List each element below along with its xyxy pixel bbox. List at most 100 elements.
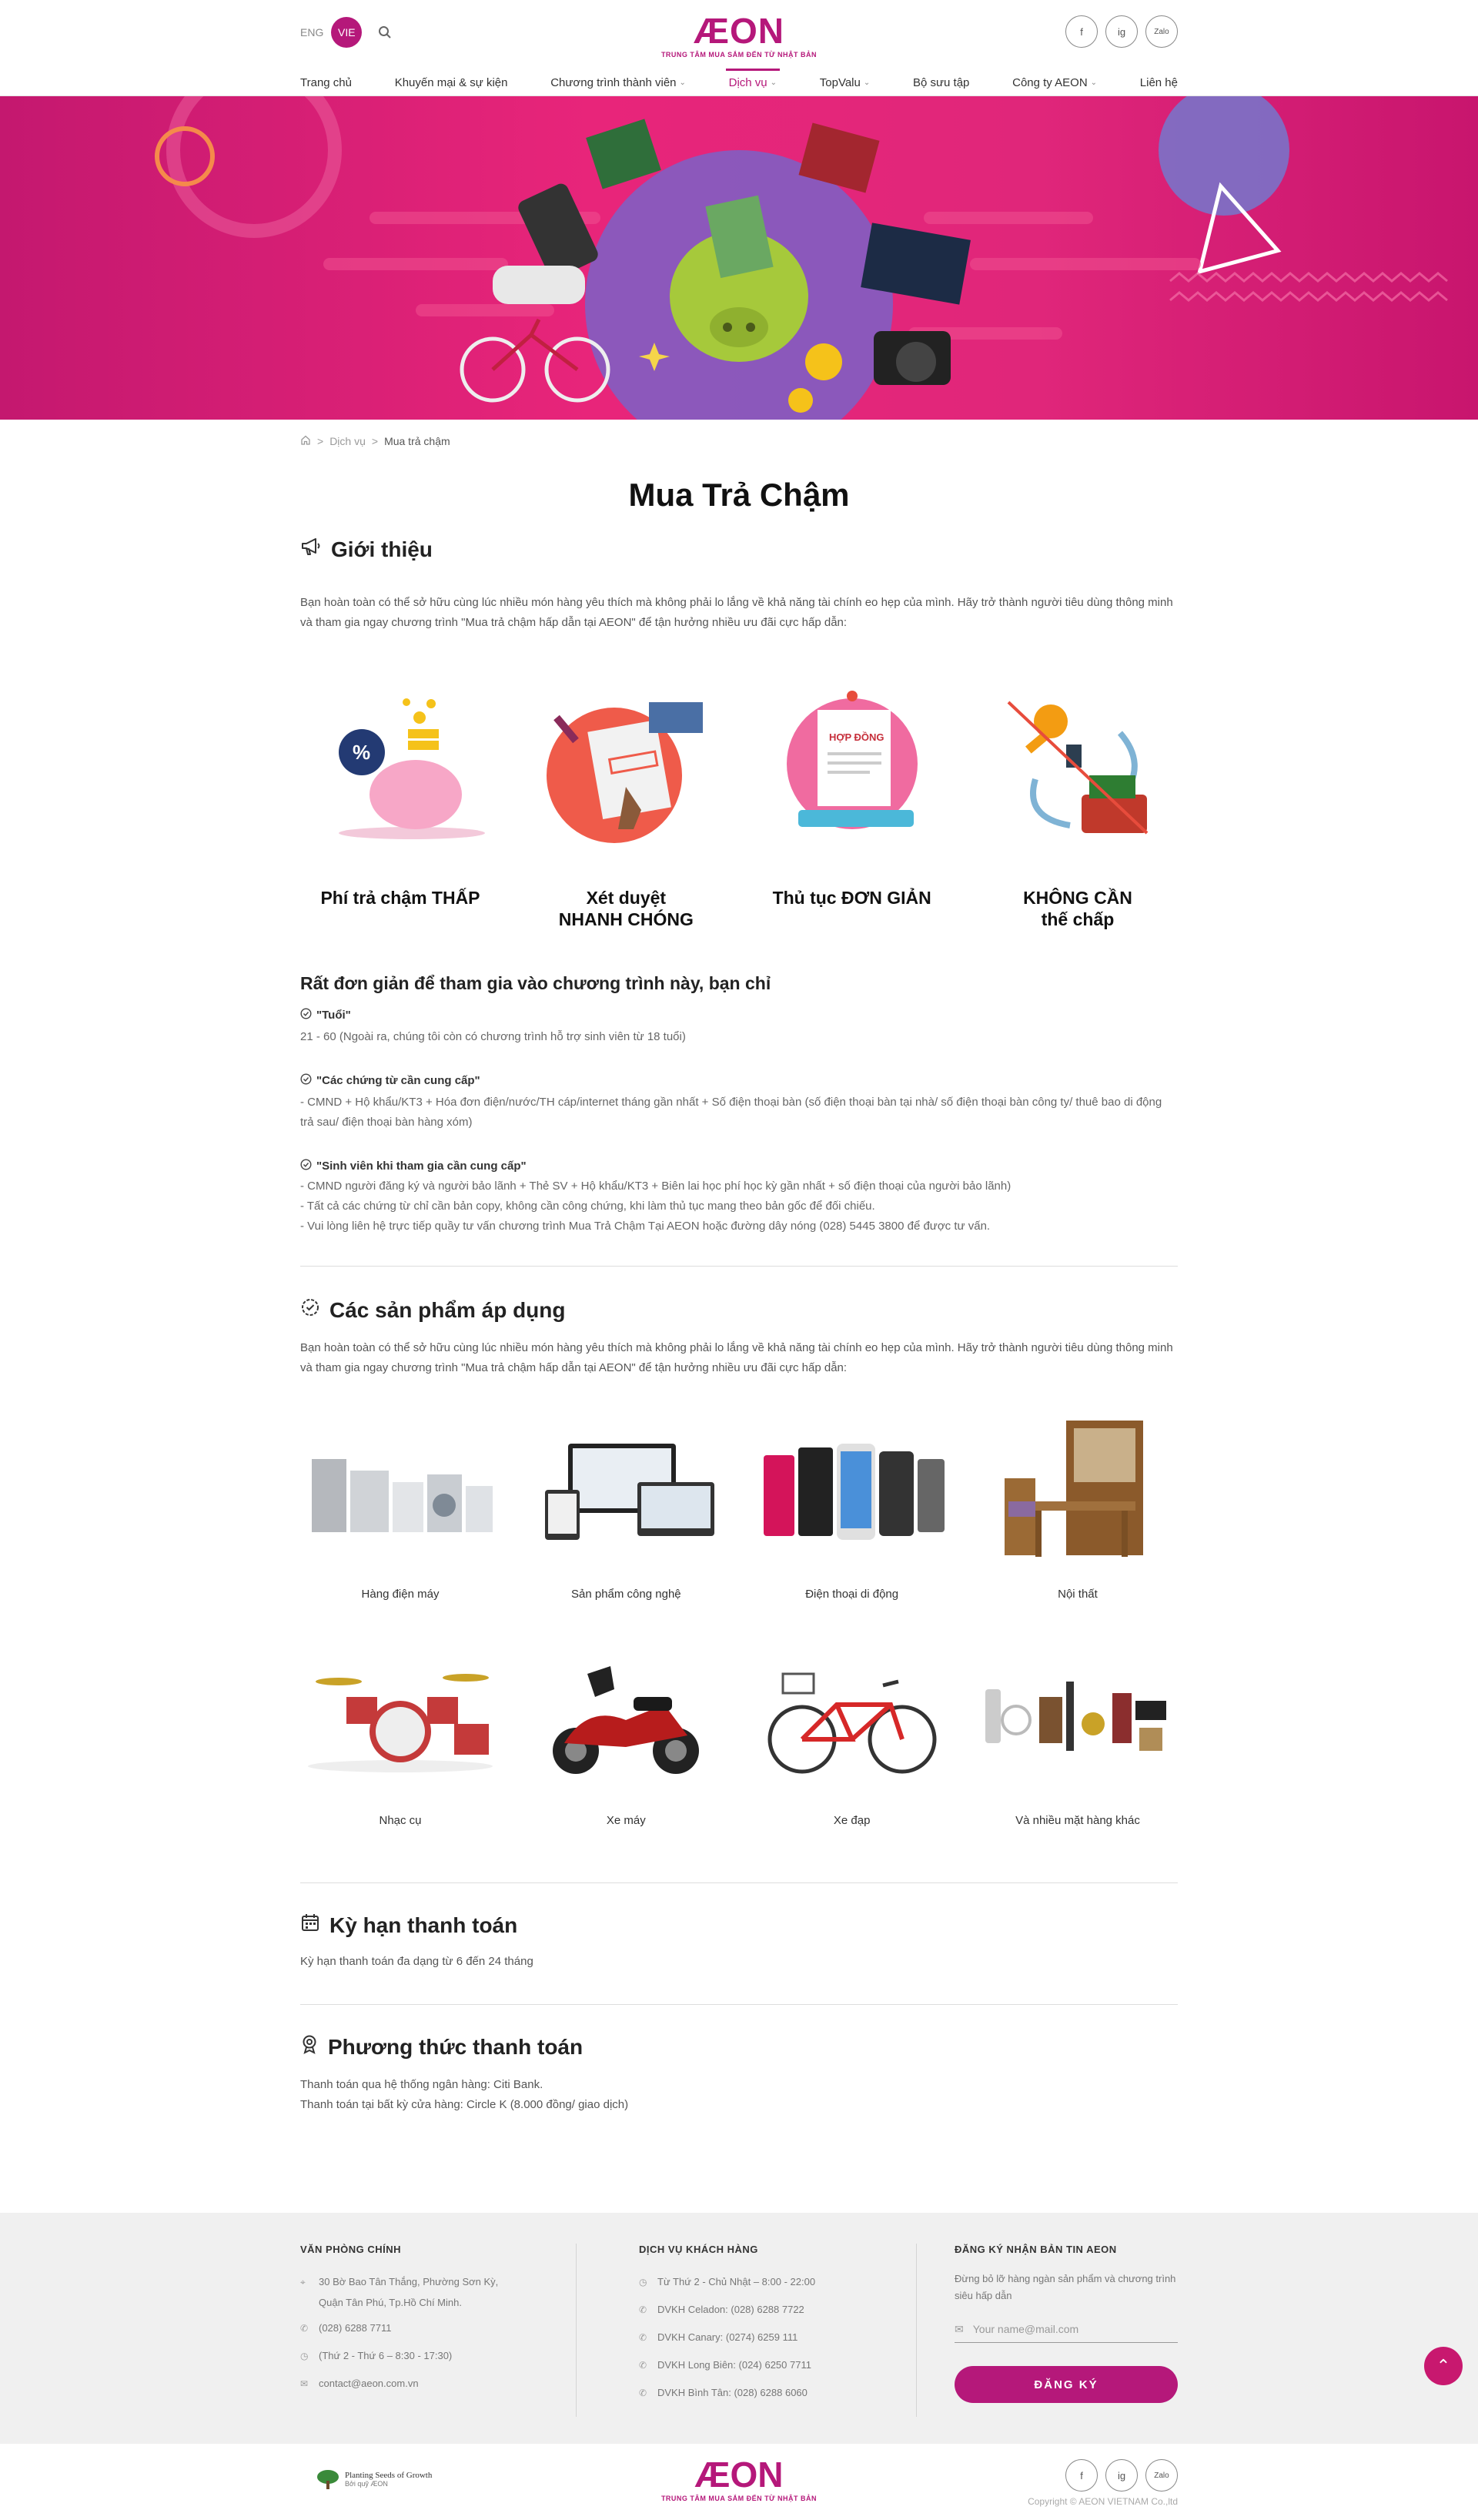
calendar-icon [300,1913,320,1938]
product-label: Và nhiều mặt hàng khác [1015,1814,1140,1827]
product-technology[interactable]: Sản phẩm công nghệ [526,1417,726,1601]
footer-service-line[interactable]: ✆ DVKH Celadon: (028) 6288 7722 [639,2303,885,2317]
product-instruments[interactable]: Nhạc cụ [300,1643,500,1827]
breadcrumb-separator: > [371,435,379,447]
footer-email[interactable]: ✉ contact@aeon.com.vn [300,2377,547,2391]
subscribe-button[interactable]: ĐĂNG KÝ [955,2366,1178,2403]
phone-icon: ✆ [639,2360,647,2371]
zalo-icon[interactable]: Zalo [1145,15,1178,48]
phones-image [763,1444,945,1540]
scroll-to-top-button[interactable]: ⌃ [1424,2347,1463,2385]
product-furniture[interactable]: Nội thất [978,1417,1178,1601]
requirement-title: "Sinh viên khi tham gia cần cung cấp" [316,1160,527,1173]
products-heading-text: Các sản phẩm áp dụng [329,1297,566,1322]
payment-pin-icon [300,2034,319,2060]
banner-illustration [155,96,1448,420]
nav-item-home[interactable]: Trang chủ [300,69,352,96]
requirements-list: "Tuổi" 21 - 60 (Ngoài ra, chúng tôi còn … [300,1008,1178,1237]
nav-item-contact[interactable]: Liên hệ [1140,69,1178,96]
intro-heading: Giới thiệu [300,537,1178,562]
feature-fast-approval: Xét duyệt NHANH CHÓNG [526,687,726,930]
nav-item-services[interactable]: Dịch vụ ⌄ [725,69,781,96]
nav-label: Chương trình thành viên [550,75,677,89]
breadcrumb: > Dịch vụ > Mua trả chậm [300,420,1178,447]
nav-label: Bộ sưu tập [912,75,970,89]
nav-item-promotions[interactable]: Khuyến mại & sự kiện [395,69,508,96]
product-other[interactable]: Và nhiều mặt hàng khác [978,1643,1178,1827]
check-circle-icon [300,1159,312,1173]
requirement-age: "Tuổi" 21 - 60 (Ngoài ra, chúng tôi còn … [300,1008,1178,1047]
clock-icon: ◷ [639,2277,647,2287]
footer-social-links: f ig Zalo [1065,2459,1178,2492]
zalo-icon[interactable]: Zalo [1145,2459,1178,2492]
footer-service-title: DỊCH VỤ KHÁCH HÀNG [639,2244,758,2255]
product-label: Điện thoại di động [805,1588,899,1601]
check-circle-icon [300,1008,312,1022]
newsletter-email-input[interactable]: ✉ Your name@mail.com [955,2317,1178,2343]
home-icon[interactable] [300,435,311,447]
requirement-text: - CMND + Hộ khẩu/KT3 + Hóa đơn điện/nước… [300,1096,1162,1129]
divider [300,2004,1178,2005]
lang-vie-button[interactable]: VIE [331,17,363,48]
footer-service-line[interactable]: ✆ DVKH Canary: (0274) 6259 111 [639,2331,885,2344]
footer-phone[interactable]: ✆ (028) 6288 7711 [300,2321,547,2335]
page-title: Mua Trả Chậm [628,477,850,513]
requirement-text: - Vui lòng liên hệ trực tiếp quầy tư vấn… [300,1220,991,1233]
requirement-text: - CMND người đăng ký và người bảo lãnh +… [300,1180,1012,1193]
feature-label: Thủ tục ĐƠN GIẢN [772,888,931,908]
piggy-bank-icon: % [339,698,485,839]
aeon-logo[interactable]: ÆON TRUNG TÂM MUA SẮM ĐẾN TỪ NHẬT BẢN [661,11,817,59]
requirement-title: "Tuổi" [316,1009,351,1022]
copyright: Copyright © AEON VIETNAM Co.,ltd [1028,2496,1178,2507]
seeds-of-growth-logo[interactable]: Planting Seeds of Growth Bởi quỹ ÆON [316,2468,432,2490]
nav-item-topvalu[interactable]: TopValu ⌄ [820,69,870,96]
phone-icon: ✆ [639,2304,647,2315]
instagram-icon[interactable]: ig [1105,15,1138,48]
approved-stamp-icon [547,702,704,843]
breadcrumb-separator: > [317,435,324,447]
requirement-students: "Sinh viên khi tham gia cần cung cấp" - … [300,1159,1178,1237]
requirement-documents: "Các chứng từ cần cung cấp" - CMND + Hộ … [300,1073,1178,1133]
facebook-icon[interactable]: f [1065,15,1098,48]
footer-service-hours: ◷ Từ Thứ 2 - Chủ Nhật – 8:00 - 22:00 [639,2276,816,2287]
newsletter-desc: Đừng bỏ lỡ hàng ngàn sản phẩm và chương … [955,2273,1176,2301]
nav-label: Trang chủ [300,75,352,89]
nav-label: TopValu [819,75,861,89]
nav-item-company[interactable]: Công ty AEON ⌄ [1012,69,1097,96]
feature-label: Xét duyệt NHANH CHÓNG [558,888,694,929]
search-icon[interactable] [370,17,400,48]
products-heading: Các sản phẩm áp dụng [300,1297,1178,1323]
svg-text:%: % [353,741,370,764]
term-heading: Kỳ hạn thanh toán [300,1913,1178,1938]
nav-label: Dịch vụ [728,75,767,89]
footer-aeon-logo[interactable]: ÆON TRUNG TÂM MUA SẮM ĐẾN TỪ NHẬT BẢN [661,2455,817,2502]
footer-service-line[interactable]: ✆ DVKH Bình Tân: (028) 6288 6060 [639,2386,885,2400]
facebook-icon[interactable]: f [1065,2459,1098,2492]
product-grid: Hàng điện máy Sản phẩm công nghệ Điện th… [300,1417,1178,1827]
footer-hours: ◷ (Thứ 2 - Thứ 6 – 8:30 - 17:30) [300,2350,453,2361]
breadcrumb-services[interactable]: Dịch vụ [329,435,366,447]
clock-icon: ◷ [300,2351,309,2361]
nav-item-collection[interactable]: Bộ sưu tập [913,69,969,96]
chevron-down-icon: ⌄ [679,78,686,87]
lang-eng-button[interactable]: ENG [300,26,323,38]
product-appliances[interactable]: Hàng điện máy [300,1417,500,1601]
instagram-icon[interactable]: ig [1105,2459,1138,2492]
feature-label: KHÔNG CẦN thế chấp [1023,888,1132,929]
product-label: Xe đạp [833,1814,871,1827]
nav-item-membership[interactable]: Chương trình thành viên ⌄ [550,69,686,96]
footer-office-title: VĂN PHÒNG CHÍNH [300,2244,402,2255]
intro-text: Bạn hoàn toàn có thể sở hữu cùng lúc nhi… [300,596,1173,629]
hero-banner [0,96,1478,420]
footer-service-line[interactable]: ✆ DVKH Long Biên: (024) 6250 7711 [639,2358,885,2372]
phone-icon: ✆ [300,2323,309,2334]
product-bicycles[interactable]: Xe đạp [752,1643,952,1827]
payment-line-bank: Thanh toán qua hệ thống ngân hàng: Citi … [300,2078,543,2091]
mail-icon: ✉ [300,2378,309,2389]
product-mobile-phones[interactable]: Điện thoại di động [752,1417,952,1601]
feature-no-collateral: KHÔNG CẦN thế chấp [978,687,1178,930]
logo-tagline: TRUNG TÂM MUA SẮM ĐẾN TỪ NHẬT BẢN [660,51,818,59]
product-motorbikes[interactable]: Xe máy [526,1643,726,1827]
appliances-image [312,1459,493,1532]
product-label: Nhạc cụ [379,1814,422,1827]
